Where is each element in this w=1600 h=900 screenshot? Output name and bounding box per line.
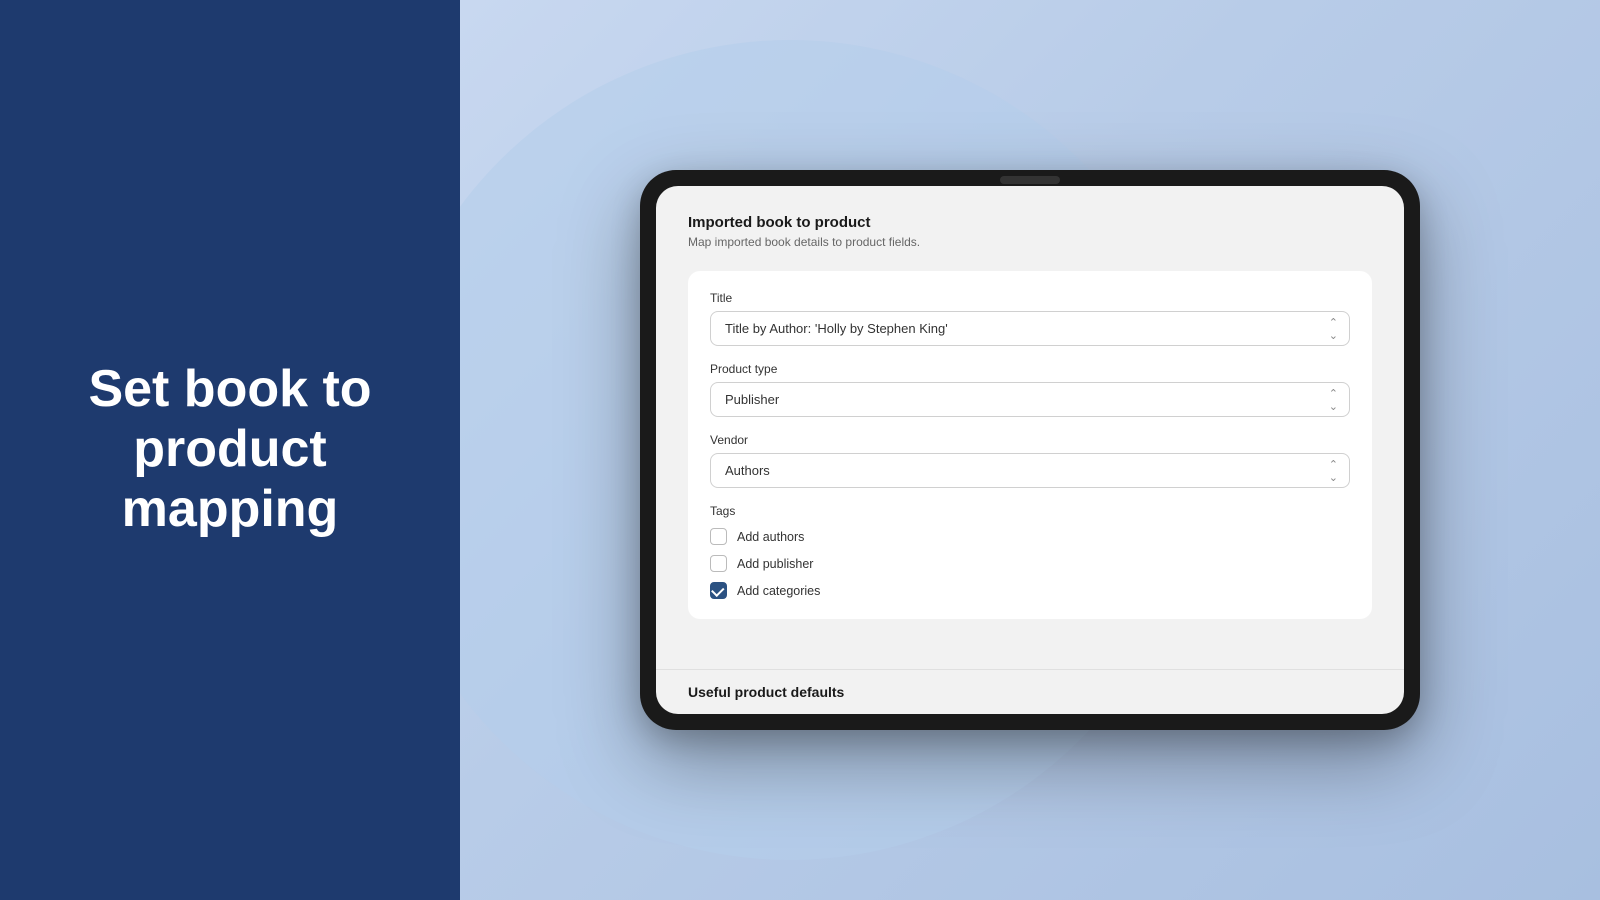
bottom-section: Useful product defaults bbox=[656, 669, 1404, 714]
product-type-select[interactable]: Publisher bbox=[710, 382, 1350, 417]
title-select-wrapper[interactable]: Title by Author: 'Holly by Stephen King'… bbox=[710, 311, 1350, 346]
vendor-field-group: Vendor Authors ⌃⌄ bbox=[710, 433, 1350, 488]
form-header: Imported book to product Map imported bo… bbox=[688, 214, 1372, 249]
vendor-select-wrapper[interactable]: Authors ⌃⌄ bbox=[710, 453, 1350, 488]
vendor-label: Vendor bbox=[710, 433, 1350, 447]
vendor-select[interactable]: Authors bbox=[710, 453, 1350, 488]
title-select[interactable]: Title by Author: 'Holly by Stephen King' bbox=[710, 311, 1350, 346]
add-publisher-checkbox[interactable] bbox=[710, 555, 727, 572]
right-panel: Imported book to product Map imported bo… bbox=[460, 0, 1600, 900]
add-publisher-label: Add publisher bbox=[737, 557, 813, 571]
form-card: Title Title by Author: 'Holly by Stephen… bbox=[688, 271, 1372, 619]
product-type-select-wrapper[interactable]: Publisher ⌃⌄ bbox=[710, 382, 1350, 417]
form-title: Imported book to product bbox=[688, 214, 1372, 231]
useful-defaults-title: Useful product defaults bbox=[688, 684, 1372, 700]
add-categories-checkbox[interactable] bbox=[710, 582, 727, 599]
form-area: Imported book to product Map imported bo… bbox=[656, 186, 1404, 669]
add-authors-checkbox-item[interactable]: Add authors bbox=[710, 528, 1350, 545]
add-categories-checkbox-item[interactable]: Add categories bbox=[710, 582, 1350, 599]
left-panel: Set book to product mapping bbox=[0, 0, 460, 900]
form-subtitle: Map imported book details to product fie… bbox=[688, 235, 1372, 249]
title-field-group: Title Title by Author: 'Holly by Stephen… bbox=[710, 291, 1350, 346]
add-authors-label: Add authors bbox=[737, 530, 804, 544]
tablet-notch bbox=[1000, 176, 1060, 184]
tablet-device: Imported book to product Map imported bo… bbox=[640, 170, 1420, 730]
product-type-label: Product type bbox=[710, 362, 1350, 376]
hero-heading: Set book to product mapping bbox=[88, 360, 371, 539]
add-publisher-checkbox-item[interactable]: Add publisher bbox=[710, 555, 1350, 572]
add-authors-checkbox[interactable] bbox=[710, 528, 727, 545]
tags-section: Tags Add authors Add publisher bbox=[710, 504, 1350, 599]
tags-label: Tags bbox=[710, 504, 1350, 518]
title-label: Title bbox=[710, 291, 1350, 305]
add-categories-label: Add categories bbox=[737, 584, 820, 598]
tablet-screen: Imported book to product Map imported bo… bbox=[656, 186, 1404, 714]
product-type-field-group: Product type Publisher ⌃⌄ bbox=[710, 362, 1350, 417]
